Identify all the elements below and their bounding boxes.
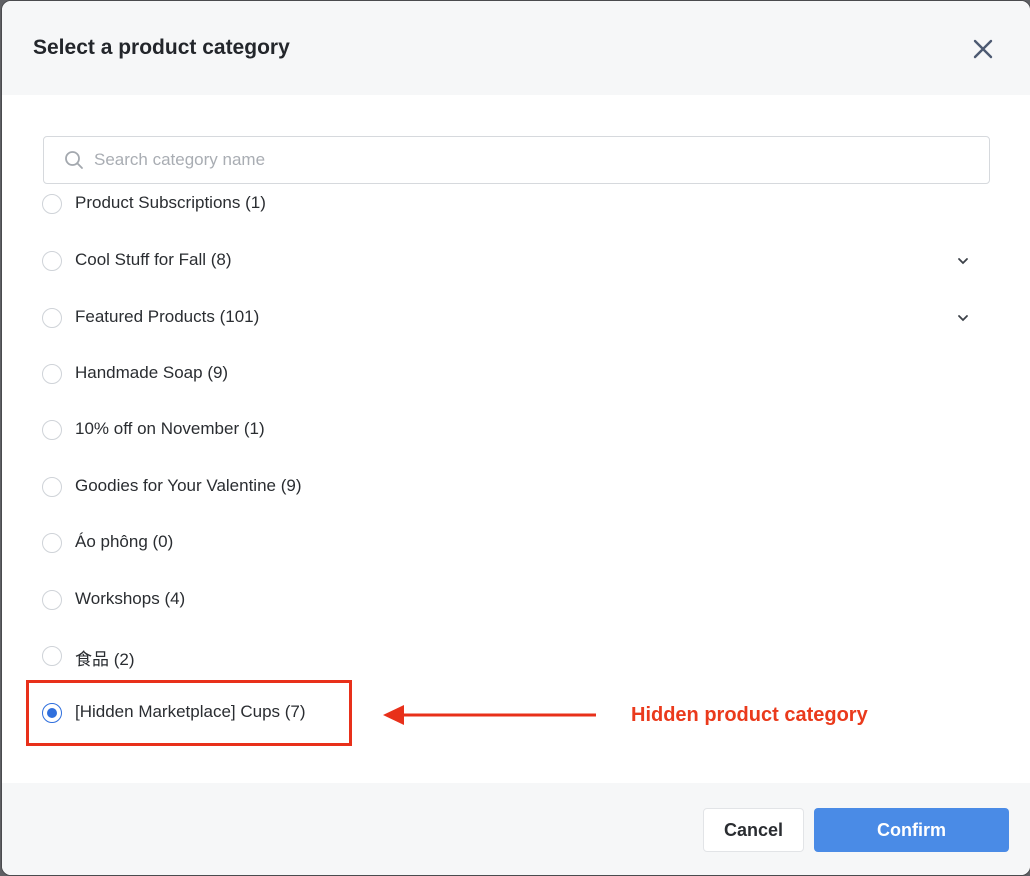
category-radio[interactable] bbox=[42, 590, 62, 610]
category-label: 食品 (2) bbox=[75, 650, 135, 669]
category-label: Workshops (4) bbox=[75, 589, 186, 608]
search-input[interactable] bbox=[92, 145, 976, 175]
category-label: Cool Stuff for Fall (8) bbox=[75, 250, 232, 269]
annotation-label: Hidden product category bbox=[631, 704, 868, 726]
highlight-box bbox=[26, 680, 352, 746]
category-modal: Select a product category Product Subscr… bbox=[1, 0, 1030, 876]
close-button[interactable] bbox=[968, 34, 998, 64]
category-item[interactable]: 食品 (2) bbox=[2, 635, 1030, 679]
confirm-button[interactable]: Confirm bbox=[814, 808, 1009, 852]
category-item[interactable]: Product Subscriptions (1) bbox=[2, 185, 1030, 227]
category-radio[interactable] bbox=[42, 533, 62, 553]
category-radio[interactable] bbox=[42, 420, 62, 440]
modal-title: Select a product category bbox=[33, 36, 290, 59]
arrow-left-icon bbox=[383, 705, 596, 725]
category-list: Product Subscriptions (1) Cool Stuff for … bbox=[2, 185, 1030, 745]
category-item[interactable]: Workshops (4) bbox=[2, 579, 1030, 623]
category-label: Áo phông (0) bbox=[75, 532, 174, 551]
category-radio[interactable] bbox=[42, 194, 62, 214]
category-item[interactable]: 10% off on November (1) bbox=[2, 409, 1030, 453]
category-radio[interactable] bbox=[42, 477, 62, 497]
category-item[interactable]: Handmade Soap (9) bbox=[2, 353, 1030, 397]
category-label: Goodies for Your Valentine (9) bbox=[75, 476, 302, 495]
category-radio[interactable] bbox=[42, 308, 62, 328]
category-radio[interactable] bbox=[42, 646, 62, 666]
chevron-down-icon[interactable] bbox=[956, 311, 970, 325]
search-icon bbox=[65, 151, 83, 169]
category-radio[interactable] bbox=[42, 364, 62, 384]
category-item[interactable]: Áo phông (0) bbox=[2, 522, 1030, 566]
close-icon bbox=[973, 39, 993, 59]
modal-footer: Cancel Confirm bbox=[2, 783, 1030, 875]
cancel-button[interactable]: Cancel bbox=[703, 808, 804, 852]
category-label: Featured Products (101) bbox=[75, 307, 260, 326]
category-label: 10% off on November (1) bbox=[75, 419, 265, 438]
category-label: Product Subscriptions (1) bbox=[75, 193, 266, 212]
category-radio[interactable] bbox=[42, 251, 62, 271]
category-item[interactable]: Cool Stuff for Fall (8) bbox=[2, 240, 1030, 284]
chevron-down-icon[interactable] bbox=[956, 254, 970, 268]
search-field[interactable] bbox=[43, 136, 990, 184]
category-item[interactable]: Goodies for Your Valentine (9) bbox=[2, 466, 1030, 510]
modal-header: Select a product category bbox=[2, 1, 1030, 95]
category-label: Handmade Soap (9) bbox=[75, 363, 229, 382]
category-item[interactable]: Featured Products (101) bbox=[2, 297, 1030, 341]
